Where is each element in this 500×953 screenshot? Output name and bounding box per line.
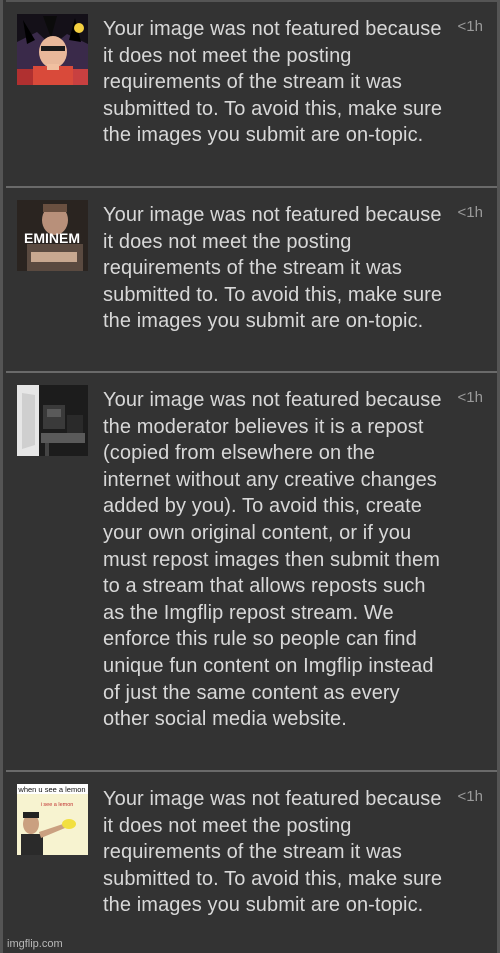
notification-item[interactable]: when u see a lemon i see a lemon Your im… <box>6 770 497 953</box>
notification-item[interactable]: EMINEM Your image was not featured becau… <box>6 186 497 371</box>
meme-caption-top: when u see a lemon <box>17 785 85 794</box>
notification-time: <1h <box>457 204 483 221</box>
notification-message: Your image was not featured because it d… <box>103 788 443 917</box>
notification-item[interactable]: Your image was not featured because the … <box>6 371 497 770</box>
notification-message: Your image was not featured because the … <box>103 389 442 731</box>
notification-time: <1h <box>457 788 483 805</box>
eminem-thumbnail[interactable]: EMINEM <box>17 200 88 271</box>
notification-message: Your image was not featured because it d… <box>103 18 443 147</box>
meme-caption-inner: i see a lemon <box>41 802 74 808</box>
lemon-meme-thumbnail[interactable]: when u see a lemon i see a lemon <box>17 784 88 855</box>
eminem-logo-text: EMINEM <box>24 230 80 246</box>
notification-time: <1h <box>457 18 483 35</box>
anime-character-image <box>17 14 88 85</box>
monochrome-room-image <box>17 385 88 456</box>
notification-feed: Your image was not featured because it d… <box>0 0 500 953</box>
eminem-image: EMINEM <box>17 200 88 271</box>
notification-time: <1h <box>457 389 483 406</box>
monochrome-room-thumbnail[interactable] <box>17 385 88 456</box>
anime-character-thumbnail[interactable] <box>17 14 88 85</box>
notification-message: Your image was not featured because it d… <box>103 204 443 333</box>
lemon-meme-image: when u see a lemon i see a lemon <box>17 784 88 855</box>
imgflip-watermark: imgflip.com <box>7 938 63 950</box>
notification-item[interactable]: Your image was not featured because it d… <box>6 0 497 186</box>
